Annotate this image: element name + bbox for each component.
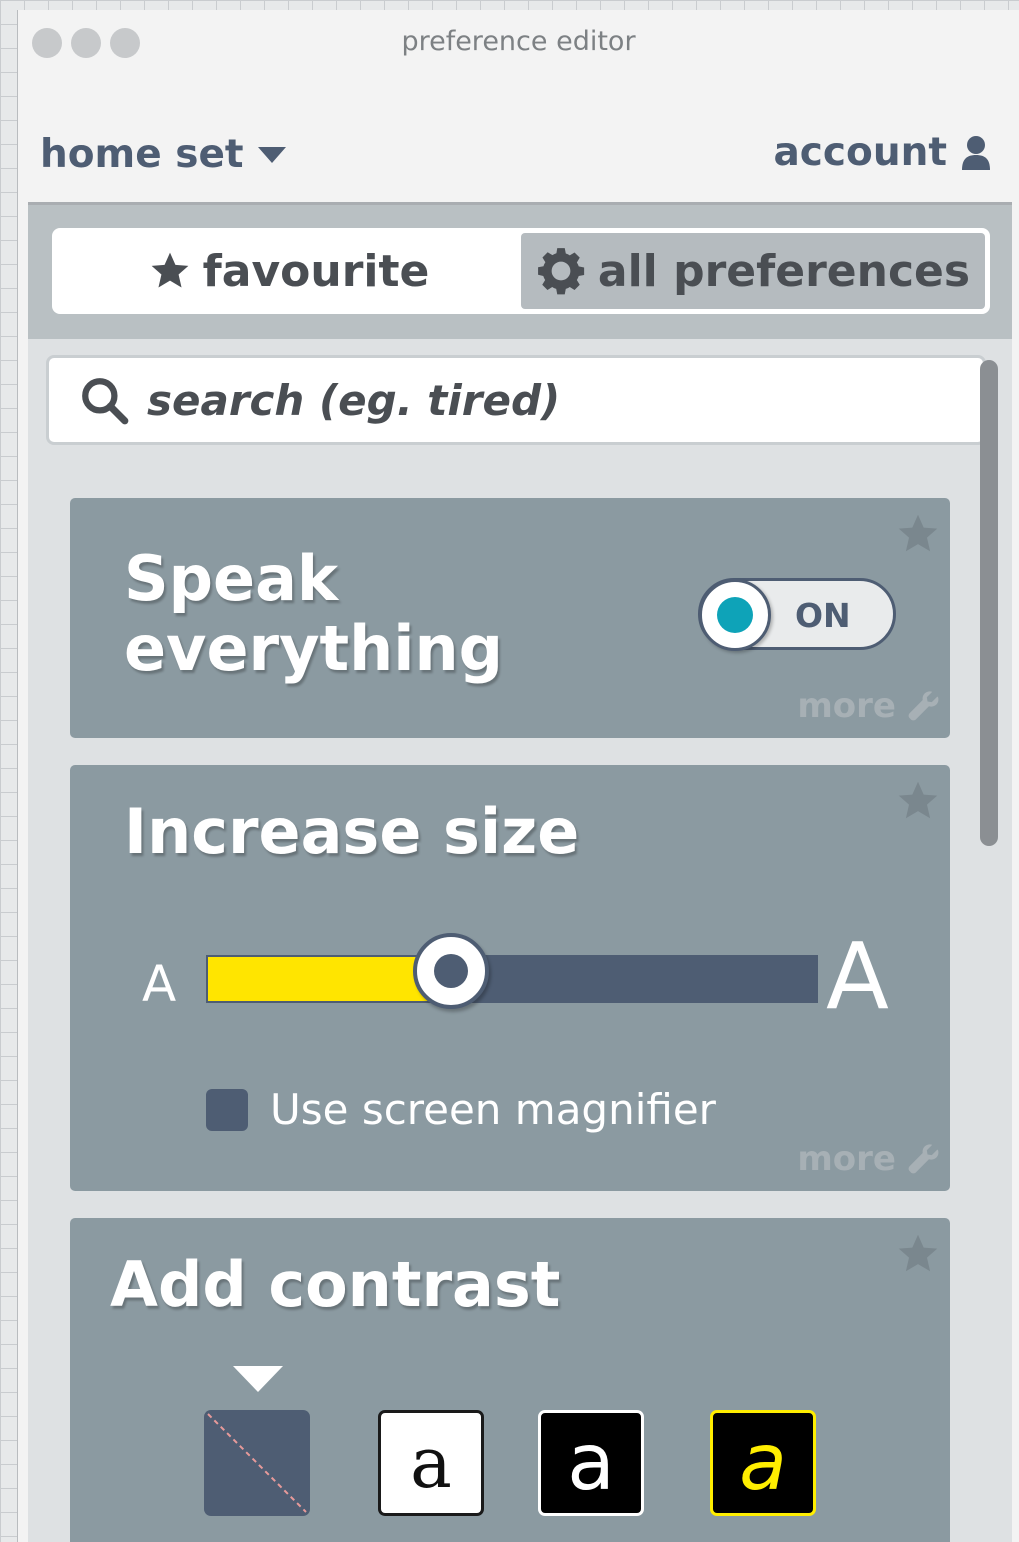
favourite-star-icon[interactable]	[896, 1232, 940, 1276]
tab-favourite[interactable]: favourite	[57, 233, 521, 309]
screen-magnifier-checkbox[interactable]	[206, 1088, 248, 1131]
swatch-white-on-black[interactable]: a	[538, 1410, 644, 1516]
size-small-glyph: A	[142, 955, 177, 1013]
favourite-star-icon[interactable]	[896, 779, 940, 823]
gear-icon	[537, 248, 585, 295]
size-large-glyph: A	[826, 923, 889, 1030]
no-contrast-slash-icon	[207, 1413, 307, 1513]
speak-title-line1: Speak	[124, 542, 339, 615]
search-icon	[82, 378, 129, 425]
more-label: more	[797, 686, 896, 726]
contrast-title: Add contrast	[110, 1248, 561, 1321]
more-label: more	[797, 1139, 896, 1179]
swatch-glyph: a	[410, 1422, 452, 1504]
window-title: preference editor	[401, 26, 636, 57]
swatch-black-on-white[interactable]: a	[378, 1410, 484, 1516]
toggle-knob	[699, 579, 771, 651]
caret-down-icon	[257, 146, 286, 163]
card-speak-everything: Speak everything ON more	[70, 498, 950, 738]
swatch-glyph: a	[567, 1418, 615, 1508]
wrench-icon	[908, 691, 939, 721]
wrench-icon	[908, 1144, 939, 1174]
toggle-indicator-dot	[717, 597, 753, 633]
speak-toggle[interactable]: ON	[698, 578, 896, 651]
main-panel: favourite all preferences search (eg. ti…	[28, 202, 1012, 1542]
speak-title-line2: everything	[124, 612, 504, 685]
user-icon	[962, 135, 990, 170]
account-label: account	[773, 130, 947, 175]
screen-magnifier-option[interactable]: Use screen magnifier	[206, 1085, 716, 1134]
card-add-contrast: Add contrast a a a	[70, 1218, 950, 1542]
favourite-star-icon[interactable]	[896, 512, 940, 556]
search-input[interactable]	[147, 375, 907, 425]
slider-thumb-dot	[434, 954, 469, 988]
preference-set-dropdown[interactable]: home set	[40, 132, 286, 177]
size-slider[interactable]	[206, 933, 818, 1009]
tab-bar: favourite all preferences	[28, 205, 1012, 339]
screen-magnifier-label: Use screen magnifier	[270, 1085, 716, 1134]
speak-title: Speak everything	[124, 544, 503, 684]
toggle-label: ON	[795, 596, 851, 635]
swatch-yellow-on-black[interactable]: a	[710, 1410, 816, 1516]
size-more-link[interactable]: more	[797, 1139, 940, 1179]
selected-swatch-caret-icon	[233, 1366, 283, 1392]
account-button[interactable]: account	[773, 130, 991, 175]
star-icon	[151, 252, 188, 288]
preference-set-label: home set	[40, 132, 244, 177]
search-box	[46, 355, 986, 445]
swatch-no-contrast[interactable]	[204, 1410, 310, 1516]
swatch-glyph: a	[739, 1418, 787, 1508]
scrollbar-thumb[interactable]	[980, 360, 998, 846]
app-window: preference editor home set account favou…	[17, 10, 1019, 1542]
slider-thumb[interactable]	[413, 933, 490, 1009]
tab-group: favourite all preferences	[52, 228, 990, 314]
card-increase-size: Increase size A A Use screen magnifier m…	[70, 765, 950, 1191]
tab-all-preferences[interactable]: all preferences	[521, 233, 985, 309]
tab-favourite-label: favourite	[202, 245, 430, 297]
tab-all-preferences-label: all preferences	[597, 245, 971, 297]
speak-more-link[interactable]: more	[797, 686, 940, 726]
size-title: Increase size	[124, 795, 580, 868]
